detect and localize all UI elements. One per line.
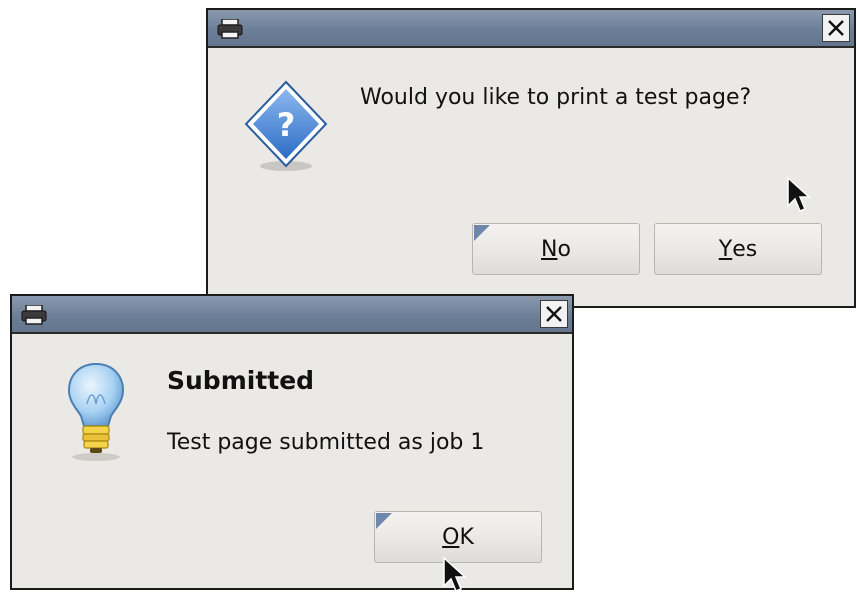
question-diamond-icon: ? [244,80,328,171]
print-test-dialog: ? Would you like to print a test page? N… [206,8,856,308]
ok-label-rest: K [459,524,474,550]
printer-icon [217,19,243,39]
close-button[interactable] [822,14,850,42]
printer-icon [21,305,47,325]
mouse-cursor-icon [443,556,467,592]
submitted-dialog: Submitted Test page submitted as job 1 O… [10,294,574,590]
yes-button[interactable]: Yes [654,223,822,275]
close-button[interactable] [540,300,568,328]
ok-mnemonic: O [442,524,460,550]
close-icon [546,306,562,322]
dialog-titlebar[interactable] [208,10,854,48]
svg-text:?: ? [277,106,296,144]
mouse-cursor-icon [787,176,811,212]
dialog-titlebar[interactable] [12,296,572,334]
no-label-rest: o [557,236,571,262]
no-button[interactable]: No [472,223,640,275]
focus-corner-mark [376,513,392,529]
dialog-heading: Submitted [167,366,315,395]
focus-corner-mark [474,225,490,241]
dialog-message: Would you like to print a test page? [360,85,752,110]
yes-mnemonic: Y [718,236,733,262]
no-mnemonic: N [541,236,558,262]
yes-label-rest: es [732,236,758,262]
dialog-message: Test page submitted as job 1 [167,430,485,455]
close-icon [828,20,844,36]
lightbulb-icon [67,362,125,461]
